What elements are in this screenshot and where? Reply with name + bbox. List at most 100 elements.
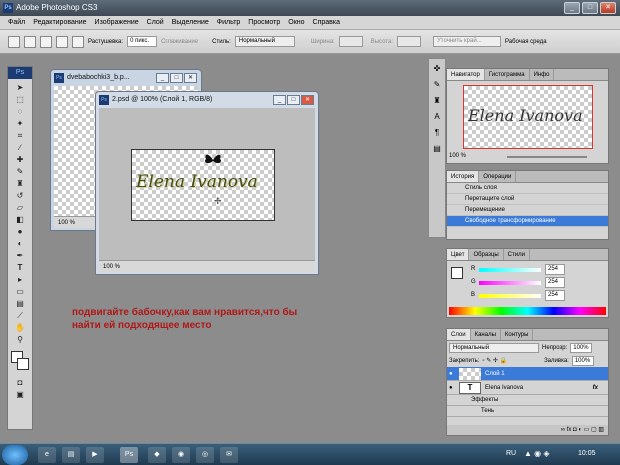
tab-histogram[interactable]: Гистограмма (485, 69, 530, 80)
shape-tool-icon[interactable]: ▭ (11, 286, 29, 297)
tab-paths[interactable]: Контуры (501, 329, 534, 340)
magic-wand-icon[interactable]: ✦ (11, 118, 29, 129)
doc-back-maximize[interactable]: □ (170, 73, 183, 83)
butterfly-image[interactable] (202, 152, 224, 168)
start-button[interactable] (2, 445, 28, 465)
hand-tool-icon[interactable]: ✋ (11, 322, 29, 333)
character-icon[interactable]: A (431, 111, 443, 123)
add-style-icon[interactable]: fx (567, 427, 572, 433)
taskbar-app-icon[interactable]: ◆ (148, 447, 166, 463)
history-item[interactable]: Перемещение (447, 205, 608, 216)
navigator-thumbnail[interactable]: Elena Ivanova (463, 85, 593, 149)
taskbar-app-icon[interactable]: ◉ (172, 447, 190, 463)
menu-help[interactable]: Справка (309, 16, 344, 29)
layer-name[interactable]: Elena Ivanova (485, 385, 523, 391)
history-brush-icon[interactable]: ↺ (11, 190, 29, 201)
height-input[interactable] (397, 36, 421, 47)
link-layers-icon[interactable]: ∞ (561, 427, 565, 433)
eye-icon[interactable]: ● (449, 367, 453, 381)
crop-tool-icon[interactable]: ⌗ (11, 130, 29, 141)
clock[interactable]: 10:05 (578, 450, 596, 457)
adjustment-layer-icon[interactable]: ◐ (578, 427, 582, 433)
taskbar-ie-icon[interactable]: e (38, 447, 56, 463)
tab-color[interactable]: Цвет (447, 249, 470, 260)
doc-front-minimize[interactable]: _ (273, 95, 286, 105)
feather-input[interactable]: 0 пикс. (127, 36, 158, 47)
quick-mask-icon[interactable]: ◘ (11, 377, 29, 388)
history-item[interactable]: Стиль слоя (447, 183, 608, 194)
menu-select[interactable]: Выделение (168, 16, 213, 29)
color-g-input[interactable]: 254 (545, 277, 565, 288)
lock-icons[interactable]: ▫ ✎ ✢ 🔒 (482, 357, 507, 364)
history-item[interactable]: Перетащите слой (447, 194, 608, 205)
doc-front-maximize[interactable]: □ (287, 95, 300, 105)
tab-layers[interactable]: Слои (447, 329, 471, 340)
zoom-tool-icon[interactable]: ⚲ (11, 334, 29, 345)
antialias-checkbox[interactable]: Сглаживание (161, 39, 198, 45)
document-window-front[interactable]: Ps 2.psd @ 100% (Слой 1, RGB/8) _ □ ✕ El… (95, 91, 319, 275)
add-selection-icon[interactable] (40, 35, 52, 48)
navigator-zoom[interactable]: 100 % (449, 153, 466, 159)
tab-swatches[interactable]: Образцы (469, 249, 504, 260)
taskbar-photoshop-icon[interactable]: Ps (120, 447, 138, 463)
close-button[interactable]: ✕ (600, 2, 616, 14)
tab-actions[interactable]: Операции (479, 171, 517, 182)
menu-view[interactable]: Просмотр (244, 16, 284, 29)
tray-icons[interactable]: ▲ ◉ ◈ (524, 449, 550, 458)
tab-styles[interactable]: Стили (504, 249, 530, 260)
menu-file[interactable]: Файл (4, 16, 29, 29)
healing-brush-icon[interactable]: ✚ (11, 154, 29, 165)
new-group-icon[interactable]: ▭ (584, 427, 590, 433)
layer-comps-icon[interactable]: ▤ (431, 143, 443, 155)
menu-edit[interactable]: Редактирование (29, 16, 90, 29)
tab-history[interactable]: История (447, 171, 480, 182)
pen-tool-icon[interactable]: ✒ (11, 250, 29, 261)
doc-front-zoom[interactable]: 100 % (103, 264, 120, 270)
brush-tool-icon[interactable]: ✎ (11, 166, 29, 177)
path-select-icon[interactable]: ▸ (11, 274, 29, 285)
navigator-zoom-slider[interactable] (507, 156, 587, 158)
doc-back-close[interactable]: ✕ (184, 73, 197, 83)
gradient-tool-icon[interactable]: ◧ (11, 214, 29, 225)
trash-icon[interactable]: ▥ (598, 427, 604, 433)
screen-mode-icon[interactable]: ▣ (11, 389, 29, 400)
tool-presets-icon[interactable]: ✜ (431, 63, 443, 75)
effects-row[interactable]: Эффекты (447, 395, 608, 406)
taskbar-app-icon[interactable]: ✉ (220, 447, 238, 463)
new-selection-icon[interactable] (24, 35, 36, 48)
background-color-swatch[interactable] (17, 358, 29, 370)
color-r-input[interactable]: 254 (545, 264, 565, 275)
blur-tool-icon[interactable]: ● (11, 226, 29, 237)
doc-back-zoom[interactable]: 100 % (58, 220, 75, 226)
color-g-slider[interactable] (479, 281, 541, 285)
menu-layer[interactable]: Слой (143, 16, 168, 29)
tab-channels[interactable]: Каналы (471, 329, 501, 340)
doc-front-canvas[interactable]: Elena Ivanova ✢ (131, 149, 275, 221)
dodge-tool-icon[interactable]: ◐ (11, 238, 29, 249)
clone-stamp-icon[interactable]: ♜ (11, 178, 29, 189)
language-indicator[interactable]: RU (506, 450, 516, 457)
taskbar-explorer-icon[interactable]: ▤ (62, 447, 80, 463)
paragraph-icon[interactable]: ¶ (431, 127, 443, 139)
taskbar-media-icon[interactable]: ▶ (86, 447, 104, 463)
eraser-tool-icon[interactable]: ▱ (11, 202, 29, 213)
workspace-button[interactable]: Рабочая среда (505, 39, 547, 45)
marquee-tool-icon[interactable]: ⬚ (11, 94, 29, 105)
refine-edge-button[interactable]: Уточнить край... (433, 36, 501, 47)
color-b-slider[interactable] (479, 294, 541, 298)
doc-back-minimize[interactable]: _ (156, 73, 169, 83)
subtract-selection-icon[interactable] (56, 35, 68, 48)
style-select[interactable]: Нормальный (234, 36, 295, 47)
eyedropper-icon[interactable]: ⟋ (11, 310, 29, 321)
doc-front-close[interactable]: ✕ (301, 95, 314, 105)
maximize-button[interactable]: □ (582, 2, 598, 14)
move-tool-icon[interactable]: ➤ (11, 82, 29, 93)
tab-info[interactable]: Инфо (530, 69, 555, 80)
layer-name[interactable]: Слой 1 (485, 371, 505, 377)
menu-image[interactable]: Изображение (91, 16, 143, 29)
shadow-effect-row[interactable]: Тень (447, 406, 608, 417)
menu-window[interactable]: Окно (284, 16, 308, 29)
fx-badge[interactable]: fx (593, 381, 598, 395)
tab-navigator[interactable]: Навигатор (447, 69, 485, 80)
notes-tool-icon[interactable]: ▤ (11, 298, 29, 309)
